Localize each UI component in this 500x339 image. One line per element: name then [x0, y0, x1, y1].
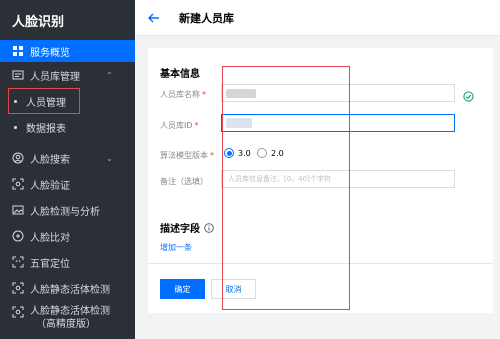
sidebar-item-overview[interactable]: 服务概览 [0, 40, 135, 62]
algo-radio-3[interactable]: 3.0 [224, 148, 251, 158]
sidebar-subitem-label: 数据报表 [26, 123, 66, 135]
sidebar-item-face-compare[interactable]: 人脸比对 [0, 225, 135, 247]
face-icon [12, 152, 24, 164]
app-brand: 人脸识别 [12, 14, 65, 30]
sidebar-item-label: 服务概览 [30, 47, 70, 59]
remark-placeholder: 人员库信息备注，[0，40]个字符 [228, 175, 331, 183]
sidebar-item-face-detect[interactable]: 人脸检测与分析 [0, 199, 135, 221]
database-icon [12, 69, 24, 81]
sidebar-item-label: 人脸验证 [30, 180, 70, 192]
chevron-up-icon[interactable]: ⌃ [106, 71, 113, 80]
algo-radio-2[interactable]: 2.0 [257, 148, 284, 158]
id-label: 人员库ID * [160, 121, 199, 130]
locate-icon [12, 256, 24, 268]
bullet-icon [14, 125, 17, 129]
remark-input[interactable]: 人员库信息备注，[0，40]个字符 [221, 170, 455, 188]
radio-selected-icon [224, 148, 234, 158]
redacted-value [226, 118, 252, 128]
sidebar-item-label: 人脸搜索 [30, 154, 70, 166]
sidebar-item-liveness[interactable]: 人脸静态活体检测 [0, 277, 135, 299]
add-field-link[interactable]: 增加一条 [160, 242, 192, 253]
cancel-button[interactable]: 取消 [211, 279, 256, 299]
sidebar-item-label: 人员库管理 [30, 71, 80, 83]
confirm-button[interactable]: 确定 [160, 279, 205, 299]
sidebar-subitem-person-management[interactable]: 人员管理 [0, 91, 135, 111]
remark-label: 备注（选填） [160, 177, 208, 186]
grid-icon [12, 45, 24, 57]
sidebar-item-person-library[interactable]: 人员库管理 ⌃ [0, 64, 135, 86]
sidebar-subitem-data-report[interactable]: 数据报表 [0, 117, 135, 137]
page-title: 新建人员库 [179, 11, 234, 25]
desc-field-title: 描述字段 [160, 220, 214, 235]
library-id-input[interactable] [221, 114, 455, 132]
form-divider [148, 263, 493, 264]
sidebar-item-label: 人脸静态活体检测 （高精度版） [30, 306, 110, 330]
scan-icon [12, 306, 24, 318]
radio-unselected-icon [257, 148, 267, 158]
info-icon[interactable] [204, 222, 214, 233]
name-label: 人员库名称 * [160, 90, 206, 99]
algo-label: 算法模型版本 * [160, 151, 214, 160]
library-name-input[interactable] [221, 84, 455, 102]
scan-icon [12, 178, 24, 190]
image-icon [12, 204, 24, 216]
form-card: 基本信息 人员库名称 * 人员库ID * 算法模型版本 * 3.0 2.0 备注（选填… [148, 48, 493, 313]
redacted-value [226, 89, 256, 98]
sidebar-item-face-verify[interactable]: 人脸验证 [0, 173, 135, 195]
sidebar-item-label: 人脸比对 [30, 232, 70, 244]
sidebar-item-liveness-hp[interactable]: 人脸静态活体检测 （高精度版） [0, 303, 135, 333]
sidebar-subitem-label: 人员管理 [26, 97, 66, 109]
back-arrow-icon[interactable] [139, 0, 169, 36]
sidebar-item-label: 人脸检测与分析 [30, 206, 100, 218]
sidebar-item-face-search[interactable]: 人脸搜索 ⌄ [0, 147, 135, 169]
chevron-down-icon[interactable]: ⌄ [106, 154, 113, 163]
sidebar-item-label: 人脸静态活体检测 [30, 284, 110, 296]
sidebar-item-label: 五官定位 [30, 258, 70, 270]
scan-icon [12, 282, 24, 294]
sidebar-item-facial-landmark[interactable]: 五官定位 [0, 251, 135, 273]
check-success-icon [463, 87, 474, 106]
basic-info-title: 基本信息 [160, 69, 200, 80]
sidebar: 人脸识别 服务概览 人员库管理 ⌃ 人员管理 数据报表 人脸搜索 ⌄ 人脸验证 [0, 0, 135, 339]
bullet-icon [14, 99, 17, 103]
compare-icon [12, 230, 24, 242]
page-header: 新建人员库 [135, 0, 500, 36]
